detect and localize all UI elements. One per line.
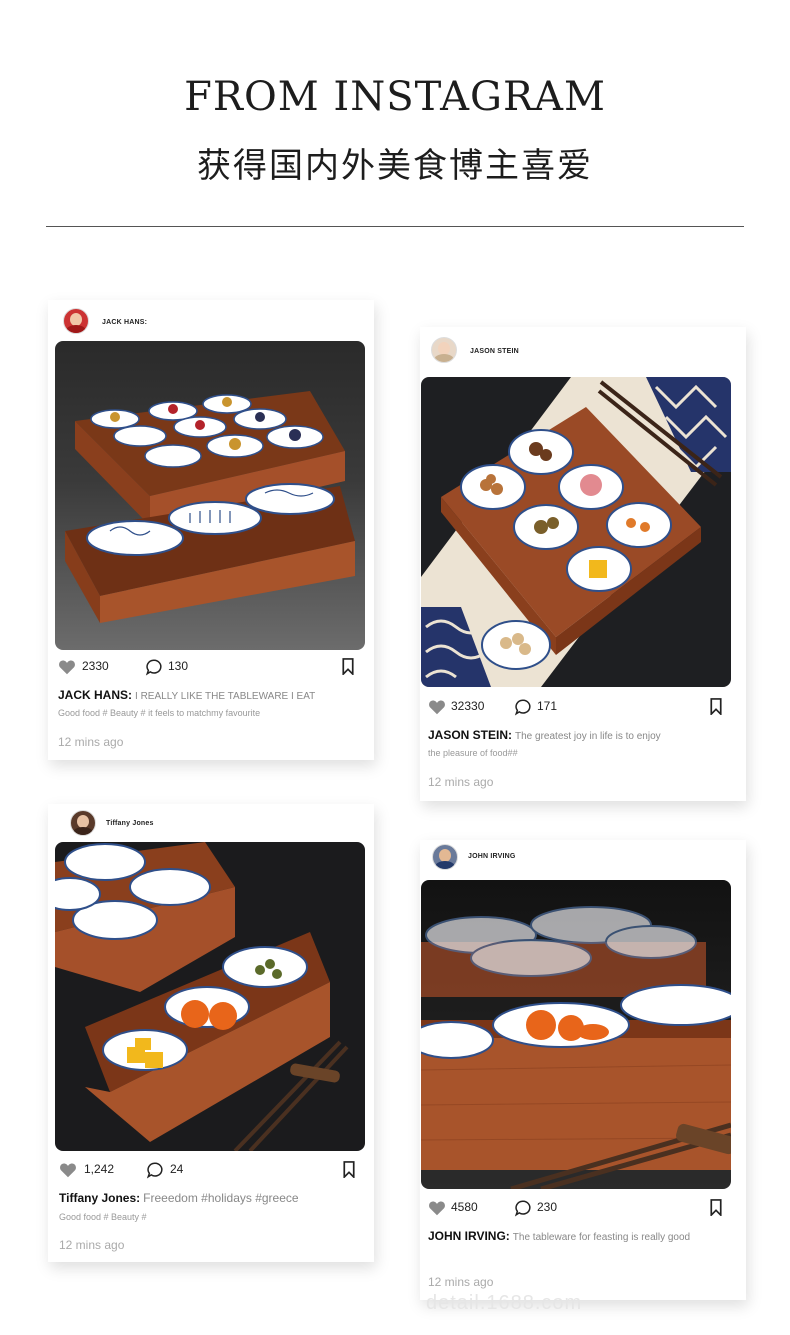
- post-actions: 2330 130: [58, 656, 364, 676]
- post-tags: Good food # Beauty #: [59, 1212, 147, 1222]
- comment-count: 230: [537, 1200, 558, 1214]
- comment-icon[interactable]: [145, 658, 163, 676]
- post-photo[interactable]: [421, 377, 731, 687]
- caption-text: Freeedom #holidays #greece: [143, 1191, 299, 1205]
- like-count: 1,242: [84, 1162, 115, 1176]
- watermark: detail.1688.com: [426, 1292, 583, 1314]
- header-divider: [46, 226, 744, 227]
- post-card-2: JASON STEIN 32330 171 JASON STEIN: The g…: [420, 327, 746, 801]
- caption-text: I REALLY LIKE THE TABLEWARE I EAT: [135, 691, 316, 702]
- page-title-en: FROM INSTAGRAM: [184, 74, 606, 120]
- post-photo[interactable]: [55, 842, 365, 1151]
- post-actions: 32330 171: [428, 696, 734, 716]
- caption-author[interactable]: JACK HANS:: [58, 688, 132, 702]
- post-caption: JOHN IRVING: The tableware for feasting i…: [428, 1229, 690, 1243]
- like-count: 4580: [451, 1200, 478, 1214]
- bookmark-icon[interactable]: [709, 698, 723, 715]
- like-heart-icon[interactable]: [59, 1162, 77, 1178]
- avatar[interactable]: [70, 810, 96, 836]
- post-photo[interactable]: [421, 880, 731, 1189]
- page-title-cn: 获得国内外美食博主喜爱: [197, 146, 593, 186]
- bookmark-icon[interactable]: [342, 1161, 356, 1178]
- caption-author[interactable]: JASON STEIN:: [428, 728, 512, 742]
- comment-icon[interactable]: [514, 698, 532, 716]
- caption-author[interactable]: Tiffany Jones:: [59, 1191, 140, 1205]
- post-actions: 1,242 24: [59, 1159, 365, 1179]
- post-time: 12 mins ago: [428, 1275, 494, 1289]
- post-actions: 4580 230: [428, 1197, 734, 1217]
- post-time: 12 mins ago: [428, 775, 494, 789]
- like-heart-icon[interactable]: [58, 659, 76, 675]
- avatar[interactable]: [63, 308, 89, 334]
- username[interactable]: JACK HANS:: [102, 319, 147, 326]
- avatar[interactable]: [431, 337, 457, 363]
- post-card-4: JOHN IRVING 4580 230 JOHN IRVING: The ta…: [420, 840, 746, 1300]
- comment-icon[interactable]: [146, 1161, 164, 1179]
- comment-count: 24: [170, 1162, 184, 1176]
- comment-count: 171: [537, 699, 558, 713]
- caption-text: The tableware for feasting is really goo…: [512, 1232, 691, 1243]
- post-caption: JACK HANS: I REALLY LIKE THE TABLEWARE I …: [58, 688, 315, 702]
- post-time: 12 mins ago: [59, 1238, 125, 1252]
- comment-icon[interactable]: [514, 1199, 532, 1217]
- post-time: 12 mins ago: [58, 735, 124, 749]
- post-card-3: Tiffany Jones 1,242 24 Tiffany Jones: Fr…: [48, 804, 374, 1262]
- caption-author[interactable]: JOHN IRVING:: [428, 1229, 510, 1243]
- post-tags: the pleasure of food##: [428, 748, 518, 758]
- post-card-1: JACK HANS: 2330 130 JACK HANS: I REALLY …: [48, 300, 374, 760]
- username[interactable]: JASON STEIN: [470, 348, 519, 355]
- like-count: 32330: [451, 699, 485, 713]
- username[interactable]: JOHN IRVING: [468, 853, 516, 860]
- comment-count: 130: [168, 659, 189, 673]
- bookmark-icon[interactable]: [341, 658, 355, 675]
- username[interactable]: Tiffany Jones: [106, 820, 154, 827]
- caption-text: The greatest joy in life is to enjoy: [515, 731, 661, 742]
- bookmark-icon[interactable]: [709, 1199, 723, 1216]
- like-count: 2330: [82, 659, 109, 673]
- post-caption: JASON STEIN: The greatest joy in life is …: [428, 728, 661, 742]
- post-photo[interactable]: [55, 341, 365, 650]
- like-heart-icon[interactable]: [428, 1200, 446, 1216]
- like-heart-icon[interactable]: [428, 699, 446, 715]
- avatar[interactable]: [432, 844, 458, 870]
- post-tags: Good food # Beauty # it feels to matchmy…: [58, 708, 261, 718]
- post-caption: Tiffany Jones: Freeedom #holidays #greece: [59, 1191, 299, 1205]
